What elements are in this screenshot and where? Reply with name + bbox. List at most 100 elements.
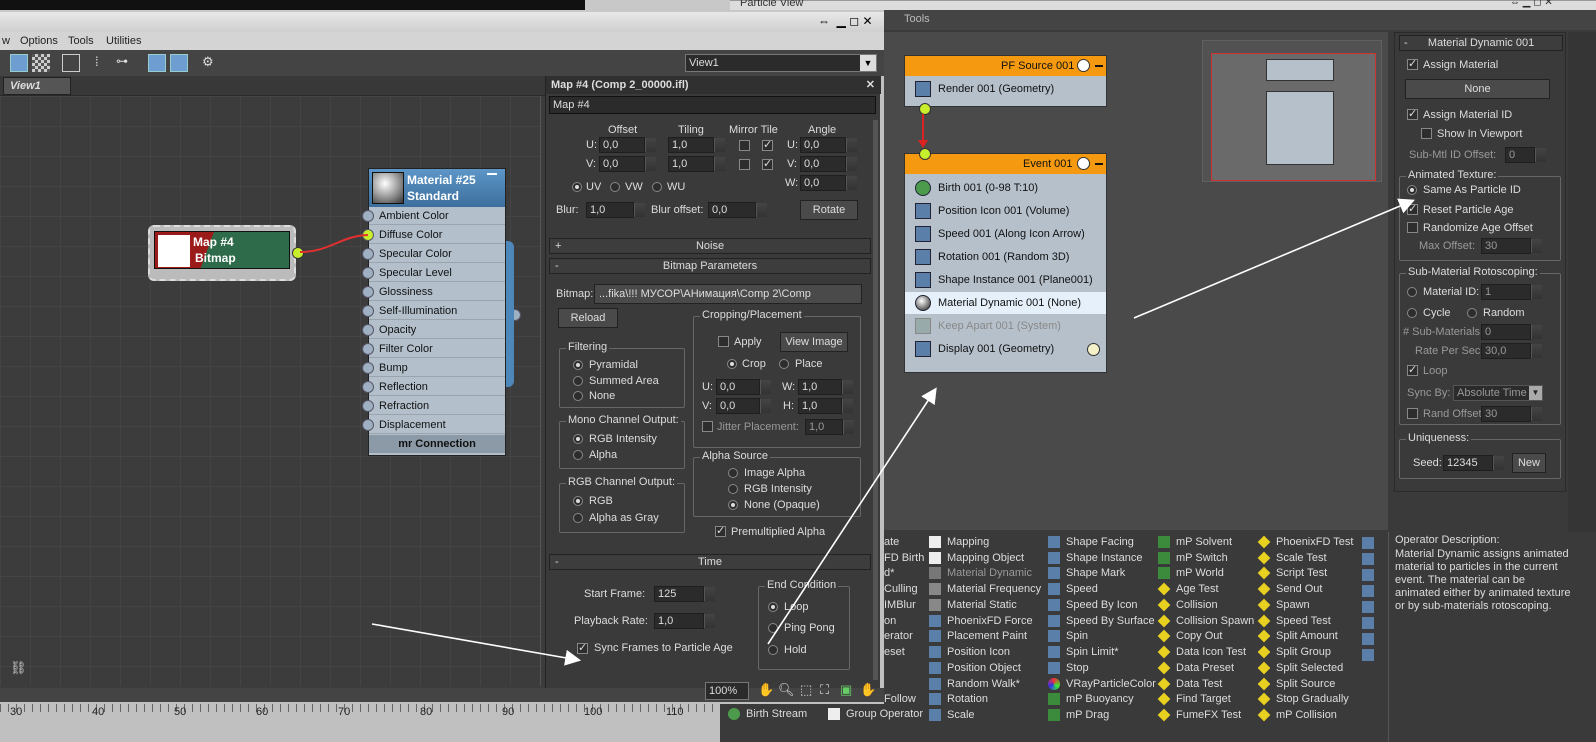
operator-render[interactable]: Render 001 (Geometry) — [905, 78, 1106, 101]
image-alpha-radio[interactable] — [728, 468, 738, 478]
depot-item[interactable]: Placement Paint — [929, 629, 1027, 644]
operator-display[interactable]: Display 001 (Geometry) — [905, 337, 1106, 360]
crop-h-spinner[interactable]: 1,0 — [798, 398, 853, 414]
v-tiling-spinner[interactable]: 1,0 — [668, 156, 725, 172]
menu-options[interactable]: Options — [20, 35, 58, 47]
alpha-rgb-intensity-radio[interactable] — [728, 484, 738, 494]
pan-icon[interactable]: ✋ — [758, 682, 774, 698]
layout-icon[interactable]: ⁞ — [95, 54, 113, 72]
minimize-icon[interactable] — [1095, 163, 1103, 165]
loop-checkbox[interactable] — [1407, 363, 1418, 376]
map-view-icon[interactable] — [62, 54, 80, 72]
uv-radio[interactable] — [572, 182, 582, 192]
chevron-down-icon[interactable]: ▼ — [1529, 386, 1542, 400]
material-none-button[interactable]: None — [1405, 79, 1550, 99]
event-input-socket[interactable] — [919, 148, 931, 160]
window-controls[interactable]: ⇔ ▁ ◻ ✕ — [1510, 0, 1553, 8]
depot-item[interactable]: Material Static — [929, 598, 1017, 613]
random-radio[interactable] — [1467, 308, 1477, 318]
cycle-radio[interactable] — [1407, 308, 1417, 318]
timeline-ruler[interactable]: 30 40 50 60 70 80 90 100 110 — [0, 704, 720, 742]
depot-item[interactable]: Shape Instance — [1048, 551, 1142, 566]
operator-rotation[interactable]: Rotation 001 (Random 3D) — [905, 245, 1106, 268]
params-scrollbar[interactable] — [873, 120, 878, 680]
rand-offset-checkbox[interactable] — [1407, 408, 1418, 419]
max-offset-spinner[interactable]: 30 — [1481, 238, 1542, 254]
rgb-intensity-radio[interactable] — [573, 434, 583, 444]
depot-item[interactable]: Age Test — [1157, 582, 1219, 597]
depot-item[interactable]: Send Out — [1257, 582, 1322, 597]
pv-navigator[interactable] — [1202, 40, 1382, 182]
lightbulb-icon[interactable] — [1077, 157, 1090, 170]
zoom-selected-icon[interactable]: ▣ — [840, 682, 852, 698]
depot-item[interactable]: Script Test — [1257, 566, 1327, 581]
depot-item[interactable]: FumeFX Test — [1157, 708, 1241, 723]
zoom-icon[interactable]: 🔍︎ — [778, 682, 795, 698]
depot-item[interactable]: Random Walk* — [929, 677, 1020, 692]
depot-item[interactable]: Shape Facing — [1048, 535, 1134, 550]
depot-item[interactable]: Material Dynamic — [929, 566, 1032, 581]
depot-item[interactable]: Scale Test — [1257, 551, 1327, 566]
depot-item[interactable]: Spin — [1048, 629, 1088, 644]
menu-w[interactable]: w — [2, 35, 10, 47]
depot-item[interactable]: mP Collision — [1257, 708, 1337, 723]
depot-item[interactable]: Speed — [1048, 582, 1098, 597]
place-radio[interactable] — [779, 359, 789, 369]
operator-position-icon[interactable]: Position Icon 001 (Volume) — [905, 199, 1106, 222]
zoom-field[interactable]: 100% — [705, 682, 749, 700]
depot-item[interactable]: Speed By Surface — [1048, 614, 1155, 629]
depot-item[interactable]: Data Icon Test — [1157, 645, 1246, 660]
slate-titlebar[interactable]: ⇔ ▁ ◻ ✕ — [0, 12, 900, 32]
checker-icon[interactable] — [32, 54, 50, 72]
reload-button[interactable]: Reload — [558, 308, 618, 328]
wu-radio[interactable] — [652, 182, 662, 192]
depot-item[interactable]: ate — [884, 535, 899, 550]
depot-item[interactable]: d* — [884, 566, 894, 581]
matdyn-rollout[interactable]: - Material Dynamic 001 — [1399, 35, 1563, 51]
depot-item[interactable]: on — [884, 614, 896, 629]
material-id-spinner[interactable]: 1 — [1481, 284, 1542, 300]
u-offset-spinner[interactable]: 0,0 — [599, 137, 656, 153]
bitmap-path-button[interactable]: ...fika\!!! МУСОР\АНимация\Comp 2\Comp 2… — [594, 284, 862, 304]
options-icon[interactable]: ⚙ — [202, 54, 220, 72]
jitter-spinner[interactable]: 1,0 — [805, 419, 854, 435]
assign-id-checkbox[interactable] — [1407, 107, 1418, 120]
v-offset-spinner[interactable]: 0,0 — [599, 156, 656, 172]
summed-area-radio[interactable] — [573, 376, 583, 386]
mono-alpha-radio[interactable] — [573, 450, 583, 460]
pyramidal-radio[interactable] — [573, 360, 583, 370]
pan-to-icon[interactable]: ✋ — [860, 682, 876, 698]
zoom-extents-icon[interactable]: ⛶ — [820, 682, 829, 698]
depot-item[interactable]: Birth Stream — [728, 707, 807, 722]
num-sub-spinner[interactable]: 0 — [1481, 324, 1542, 340]
depot-item[interactable]: FD Birth — [884, 551, 924, 566]
depot-item[interactable]: Shape Mark — [1048, 566, 1125, 581]
depot-item[interactable]: Scale — [929, 708, 975, 723]
start-frame-spinner[interactable]: 125 — [654, 586, 715, 602]
depot-item[interactable]: Split Source — [1257, 677, 1335, 692]
close-icon[interactable]: ✕ — [866, 76, 875, 94]
bitmap-rollout[interactable]: - Bitmap Parameters — [549, 258, 871, 274]
depot-item[interactable]: Data Preset — [1157, 661, 1234, 676]
alpha-none-radio[interactable] — [728, 500, 738, 510]
depot-item[interactable]: eset — [884, 645, 905, 660]
depot-item[interactable]: Mapping — [929, 535, 989, 550]
submtl-offset-spinner[interactable]: 0 — [1505, 147, 1546, 163]
vw-radio[interactable] — [610, 182, 620, 192]
navigator-icon[interactable]: ⛓ — [10, 660, 27, 676]
u-mirror-checkbox[interactable] — [739, 140, 750, 151]
map-name-field[interactable]: Map #4 — [549, 96, 876, 114]
blur-offset-spinner[interactable]: 0,0 — [708, 202, 767, 218]
chevron-down-icon[interactable]: ▼ — [860, 55, 876, 71]
show-viewport-checkbox[interactable] — [1421, 128, 1432, 139]
lightbulb-icon[interactable] — [1077, 59, 1090, 72]
operator-material-dynamic[interactable]: Material Dynamic 001 (None) — [905, 291, 1106, 314]
pv-right-scroll[interactable] — [1568, 32, 1596, 532]
depot-item[interactable]: PhoenixFD Force — [929, 614, 1033, 629]
depot-item[interactable]: mP Solvent — [1158, 535, 1232, 550]
u-tiling-spinner[interactable]: 1,0 — [668, 137, 725, 153]
depot-item[interactable]: mP Switch — [1158, 551, 1228, 566]
depot-item[interactable]: mP Buoyancy — [1048, 692, 1134, 707]
randomize-age-checkbox[interactable] — [1407, 222, 1418, 233]
crop-w-spinner[interactable]: 1,0 — [798, 379, 853, 395]
